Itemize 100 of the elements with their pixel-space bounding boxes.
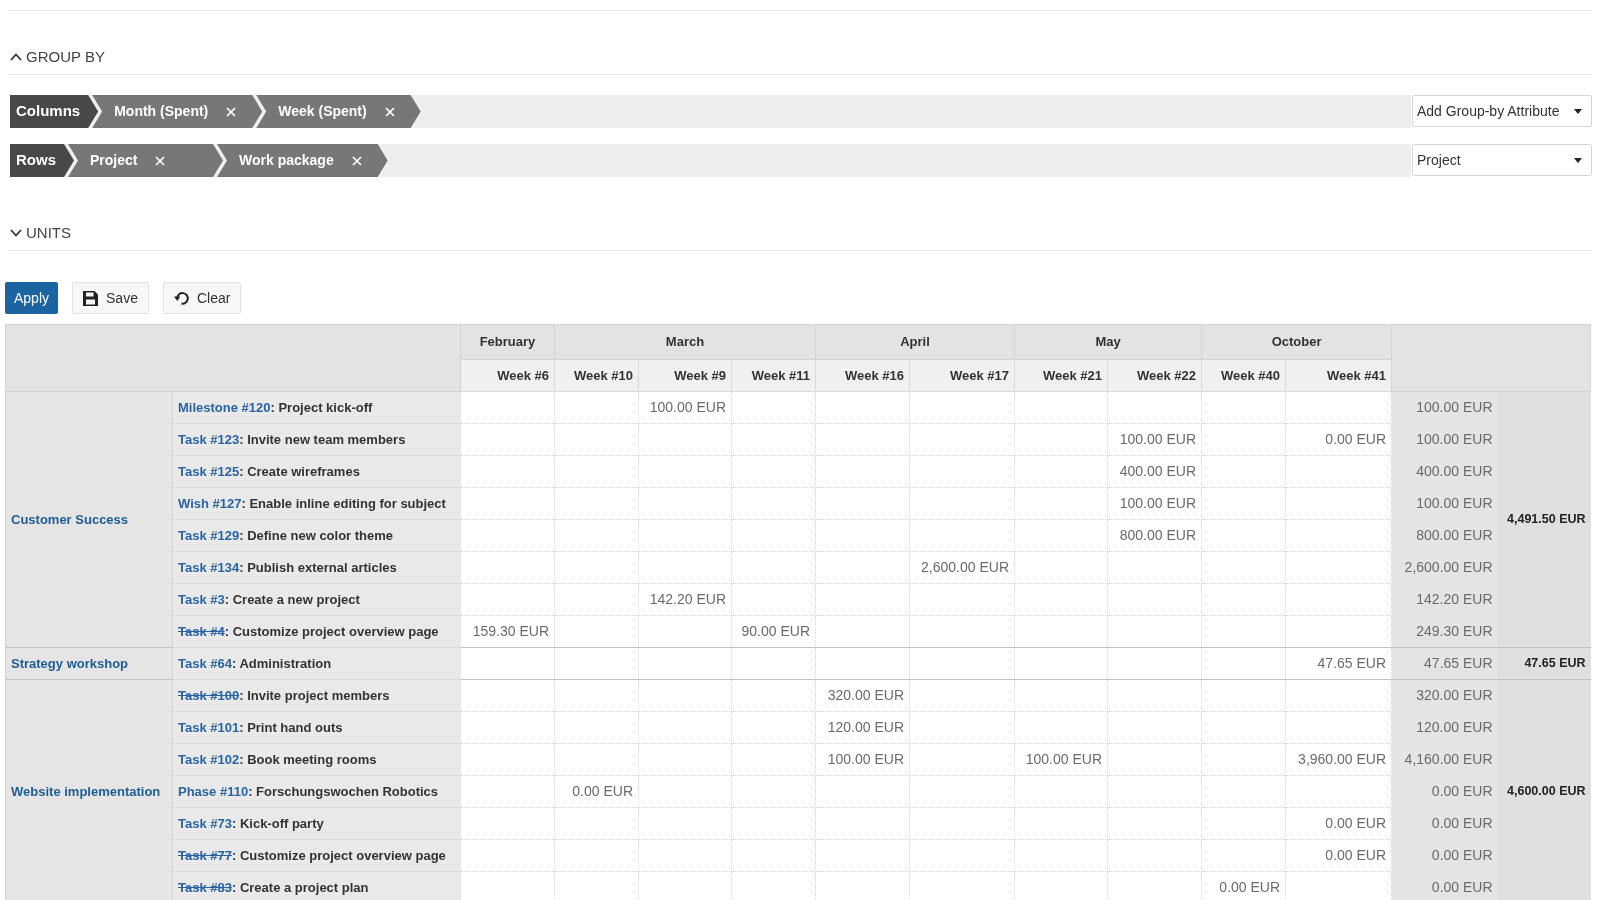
table-cell: 47.65 EUR: [1497, 647, 1591, 680]
table-cell: 2,600.00 EUR: [1391, 551, 1498, 584]
table-cell: 47.65 EUR: [1285, 647, 1392, 680]
project-link[interactable]: Website implementation: [11, 784, 161, 800]
table-cell: 0.00 EUR: [1391, 871, 1498, 900]
table-cell: 0.00 EUR: [1285, 839, 1392, 872]
table-cell: 100.00 EUR: [1014, 743, 1108, 776]
curved-arrow-icon: [173, 291, 189, 305]
month-header: May: [1014, 324, 1202, 360]
close-icon[interactable]: [351, 155, 362, 166]
week-header: Week #11: [731, 359, 816, 392]
month-header: October: [1201, 324, 1392, 360]
table-cell: 159.30 EUR: [460, 615, 555, 648]
table-cell: 100.00 EUR: [815, 743, 910, 776]
work-package-link[interactable]: Task #134: [178, 560, 240, 575]
project-link[interactable]: Strategy workshop: [11, 656, 129, 671]
apply-button[interactable]: Apply: [5, 282, 59, 314]
caret-down-icon: [1574, 157, 1582, 163]
work-package-link[interactable]: Task #102: [178, 752, 240, 767]
work-package-title: Task #64: Administration: [178, 656, 332, 671]
table-cell: 47.65 EUR: [1391, 647, 1498, 680]
save-button[interactable]: Save: [72, 282, 149, 314]
week-header: Week #10: [554, 359, 639, 392]
axis-label: Columns: [10, 95, 99, 128]
table-cell: 4,160.00 EUR: [1391, 743, 1498, 776]
work-package-title: Task #123: Invite new team members: [178, 432, 406, 447]
table-cell: 0.00 EUR: [554, 775, 639, 808]
section-toggle[interactable]: UNITS: [8, 224, 73, 242]
work-package-title: Task #125: Create wireframes: [178, 464, 360, 479]
week-header: Week #16: [815, 359, 910, 392]
group-by-chip[interactable]: Project: [68, 144, 223, 177]
table-cell: 100.00 EUR: [1107, 487, 1202, 520]
table-cell: 142.20 EUR: [1391, 583, 1498, 616]
work-package-title: Task #73: Kick-off party: [178, 816, 324, 831]
table-cell: 0.00 EUR: [1391, 775, 1498, 808]
work-package-title: Task #100: Invite project members: [178, 688, 390, 703]
table-cell: 249.30 EUR: [1391, 615, 1498, 648]
group-by-chip[interactable]: Week (Spent): [256, 95, 421, 128]
work-package-title: Task #129: Define new color theme: [178, 528, 394, 543]
week-header: Week #6: [460, 359, 555, 392]
month-header: February: [460, 324, 555, 360]
close-icon[interactable]: [226, 106, 237, 117]
work-package-link[interactable]: Milestone #120: [178, 400, 271, 415]
work-package-link[interactable]: Task #3: [178, 592, 225, 607]
work-package-link[interactable]: Task #64: [178, 656, 232, 671]
work-package-title: Task #83: Create a project plan: [178, 880, 369, 895]
work-package-title: Task #4: Customize project overview page: [178, 624, 439, 639]
table-cell: 400.00 EUR: [1391, 455, 1498, 488]
work-package-title: Task #134: Publish external articles: [178, 560, 397, 575]
table-cell: 120.00 EUR: [815, 711, 910, 744]
work-package-title: Task #77: Customize project overview page: [178, 848, 446, 863]
table-cell: 3,960.00 EUR: [1285, 743, 1392, 776]
table-cell: 100.00 EUR: [638, 391, 732, 424]
table-cell: 4,491.50 EUR: [1497, 391, 1591, 648]
project-link[interactable]: Customer Success: [11, 512, 129, 527]
work-package-link[interactable]: Task #125: [178, 464, 240, 479]
group-by-chip[interactable]: Work package: [217, 144, 388, 177]
group-by-select[interactable]: Project: [1412, 144, 1592, 176]
clear-button[interactable]: Clear: [162, 282, 242, 314]
table-cell: 90.00 EUR: [731, 615, 816, 648]
week-header: Week #40: [1201, 359, 1286, 392]
week-header: Week #9: [638, 359, 732, 392]
work-package-link[interactable]: Phase #110: [178, 784, 249, 799]
work-package-link[interactable]: Task #123: [178, 432, 240, 447]
work-package-title: Phase #110: Forschungswochen Robotics: [178, 784, 439, 799]
table-cell: 0.00 EUR: [1285, 807, 1392, 840]
axis-label: Rows: [10, 144, 74, 177]
table-cell: 800.00 EUR: [1391, 519, 1498, 552]
close-icon[interactable]: [384, 106, 395, 117]
close-icon[interactable]: [155, 155, 166, 166]
work-package-link[interactable]: Task #4: [178, 624, 225, 639]
work-package-link[interactable]: Task #83: [178, 880, 232, 895]
work-package-title: Task #102: Book meeting rooms: [178, 752, 377, 767]
work-package-link[interactable]: Task #101: [178, 720, 240, 735]
table-cell: 120.00 EUR: [1391, 711, 1498, 744]
table-cell: 400.00 EUR: [1107, 455, 1202, 488]
month-header: March: [554, 324, 816, 360]
table-cell: 0.00 EUR: [1201, 871, 1286, 900]
table-cell: 100.00 EUR: [1391, 391, 1498, 424]
week-header: Week #41: [1285, 359, 1392, 392]
table-cell: 320.00 EUR: [1391, 679, 1498, 712]
work-package-link[interactable]: Task #77: [178, 848, 232, 863]
work-package-link[interactable]: Task #73: [178, 816, 232, 831]
work-package-title: Milestone #120: Project kick-off: [178, 400, 373, 415]
work-package-link[interactable]: Wish #127: [178, 496, 242, 511]
week-header: Week #21: [1014, 359, 1108, 392]
table-cell: 800.00 EUR: [1107, 519, 1202, 552]
work-package-link[interactable]: Task #129: [178, 528, 240, 543]
section-toggle[interactable]: GROUP BY: [8, 48, 107, 66]
table-cell: 0.00 EUR: [1391, 807, 1498, 840]
table-cell: 0.00 EUR: [1285, 423, 1392, 456]
table-cell: 100.00 EUR: [1107, 423, 1202, 456]
table-cell: 320.00 EUR: [815, 679, 910, 712]
caret-down-icon: [1574, 108, 1582, 114]
work-package-title: Task #101: Print hand outs: [178, 720, 343, 735]
work-package-title: Wish #127: Enable inline editing for subject: [178, 496, 446, 511]
work-package-link[interactable]: Task #100: [178, 688, 240, 703]
table-cell: 2,600.00 EUR: [909, 551, 1015, 584]
group-by-select[interactable]: Add Group-by Attribute: [1412, 95, 1592, 127]
group-by-chip[interactable]: Month (Spent): [92, 95, 263, 128]
